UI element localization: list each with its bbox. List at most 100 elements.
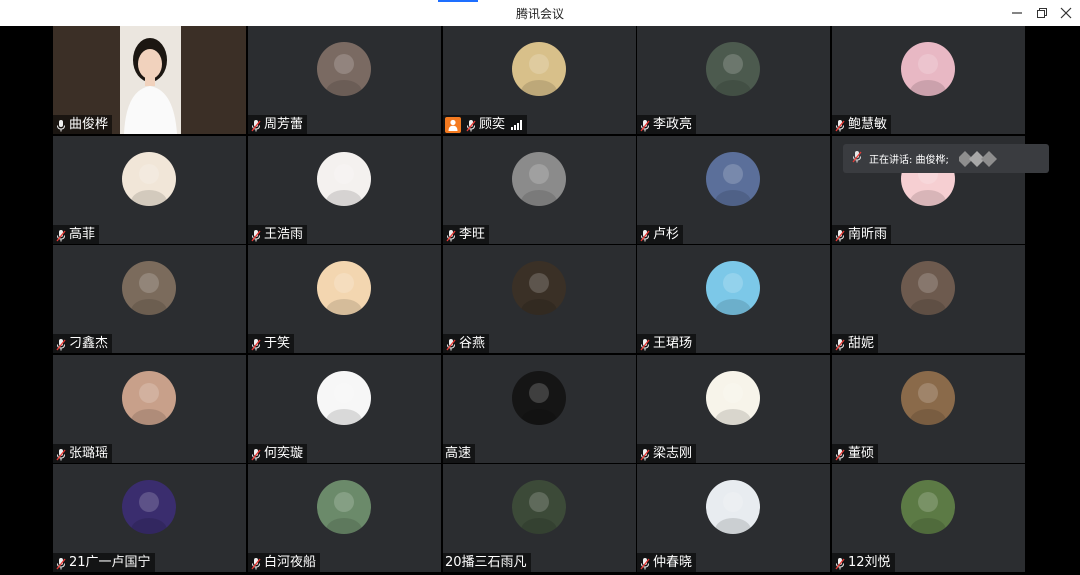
mic-muted-icon [834, 118, 846, 132]
minimize-icon[interactable] [1006, 3, 1028, 23]
participant-name: 顾奕 [479, 117, 506, 132]
participant-avatar [317, 371, 371, 425]
participant-name: 于笑 [264, 336, 291, 351]
left-margin [0, 26, 53, 575]
name-plate: 王浩雨 [248, 225, 308, 244]
participant-avatar [317, 261, 371, 315]
participant-name: 鲍慧敏 [848, 117, 888, 132]
participant-tile[interactable]: 王浩雨 [248, 136, 441, 244]
mic-muted-icon [55, 447, 67, 461]
participant-name: 王浩雨 [264, 227, 304, 242]
name-plate: 周芳蕾 [248, 115, 308, 134]
name-plate: 21广一卢国宁 [53, 553, 155, 572]
participant-tile[interactable]: 12刘悦 [832, 464, 1025, 572]
participant-tile[interactable]: 甜妮 [832, 245, 1025, 353]
participant-name: 何奕璇 [264, 446, 304, 461]
participant-avatar [317, 480, 371, 534]
participant-tile[interactable]: 李旺 [443, 136, 636, 244]
participant-tile[interactable]: 梁志刚 [637, 355, 830, 463]
name-plate: 李政亮 [637, 115, 697, 134]
participant-name: 卢杉 [653, 227, 680, 242]
mic-muted-icon [250, 447, 262, 461]
participant-name: 李旺 [459, 227, 486, 242]
mic-muted-icon [250, 337, 262, 351]
participant-grid: 曲俊桦 周芳蕾 顾奕 李政亮 鲍慧敏 高菲 王浩雨 李旺 卢杉 南昕雨 刁鑫杰 … [53, 26, 1027, 572]
participant-name: 周芳蕾 [264, 117, 304, 132]
participant-tile[interactable]: 王珺玚 [637, 245, 830, 353]
name-plate: 王珺玚 [637, 334, 697, 353]
participant-name: 白河夜船 [264, 555, 317, 570]
participant-tile[interactable]: 鲍慧敏 [832, 26, 1025, 134]
restore-icon[interactable] [1031, 3, 1053, 23]
mic-muted-icon [851, 149, 863, 168]
participant-tile[interactable]: 于笑 [248, 245, 441, 353]
name-plate: 白河夜船 [248, 553, 321, 572]
participant-name: 21广一卢国宁 [69, 555, 151, 570]
speaking-text: 正在讲话: 曲俊桦; [869, 155, 949, 166]
participant-name: 李政亮 [653, 117, 693, 132]
participant-tile[interactable]: 高速 [443, 355, 636, 463]
mic-muted-icon [465, 118, 477, 132]
participant-avatar [122, 152, 176, 206]
participant-name: 甜妮 [848, 336, 875, 351]
participant-avatar [706, 152, 760, 206]
speaking-indicator-popup: 正在讲话: 曲俊桦; [843, 144, 1049, 173]
signal-strength-icon [511, 115, 523, 134]
name-plate: 高菲 [53, 225, 100, 244]
name-plate: 刁鑫杰 [53, 334, 113, 353]
participant-tile[interactable]: 顾奕 [443, 26, 636, 134]
participant-tile[interactable]: 21广一卢国宁 [53, 464, 246, 572]
name-plate: 董硕 [832, 444, 879, 463]
participant-name: 董硕 [848, 446, 875, 461]
mic-muted-icon [55, 556, 67, 570]
window-title: 腾讯会议 [515, 7, 564, 21]
participant-tile[interactable]: 刁鑫杰 [53, 245, 246, 353]
participant-tile[interactable]: 董硕 [832, 355, 1025, 463]
mic-muted-icon [639, 118, 651, 132]
close-icon[interactable] [1055, 3, 1077, 23]
mic-muted-icon [834, 556, 846, 570]
mic-muted-icon [834, 337, 846, 351]
mic-muted-icon [445, 228, 457, 242]
participant-avatar [706, 480, 760, 534]
participant-tile[interactable]: 何奕璇 [248, 355, 441, 463]
participant-avatar [512, 371, 566, 425]
mic-muted-icon [639, 556, 651, 570]
participant-avatar [706, 261, 760, 315]
mic-muted-icon [55, 337, 67, 351]
participant-tile[interactable]: 张璐瑶 [53, 355, 246, 463]
participant-name: 张璐瑶 [69, 446, 109, 461]
name-plate: 李旺 [443, 225, 490, 244]
participant-name: 谷燕 [459, 336, 486, 351]
participant-name: 曲俊桦 [69, 117, 109, 132]
participant-avatar [901, 480, 955, 534]
participant-avatar [122, 261, 176, 315]
mic-muted-icon [639, 447, 651, 461]
participant-avatar [512, 152, 566, 206]
name-plate: 顾奕 [443, 115, 528, 134]
participant-avatar [901, 261, 955, 315]
name-plate: 鲍慧敏 [832, 115, 892, 134]
title-accent-line [438, 0, 478, 2]
participant-tile[interactable]: 李政亮 [637, 26, 830, 134]
name-plate: 仲春晓 [637, 553, 697, 572]
participant-tile[interactable]: 曲俊桦 [53, 26, 246, 134]
participant-tile[interactable]: 白河夜船 [248, 464, 441, 572]
participant-tile[interactable]: 谷燕 [443, 245, 636, 353]
name-plate: 卢杉 [637, 225, 684, 244]
participant-tile[interactable]: 卢杉 [637, 136, 830, 244]
participant-tile[interactable]: 周芳蕾 [248, 26, 441, 134]
mic-muted-icon [250, 556, 262, 570]
speaker-avatar-placeholder [958, 150, 999, 168]
name-plate: 于笑 [248, 334, 295, 353]
participant-name: 20播三石雨凡 [445, 555, 527, 570]
participant-tile[interactable]: 仲春晓 [637, 464, 830, 572]
mic-muted-icon [834, 447, 846, 461]
participant-name: 仲春晓 [653, 555, 693, 570]
name-plate: 12刘悦 [832, 553, 895, 572]
participant-tile[interactable]: 20播三石雨凡 [443, 464, 636, 572]
participant-tile[interactable]: 高菲 [53, 136, 246, 244]
participant-avatar [706, 371, 760, 425]
participant-avatar [901, 42, 955, 96]
participant-name: 梁志刚 [653, 446, 693, 461]
